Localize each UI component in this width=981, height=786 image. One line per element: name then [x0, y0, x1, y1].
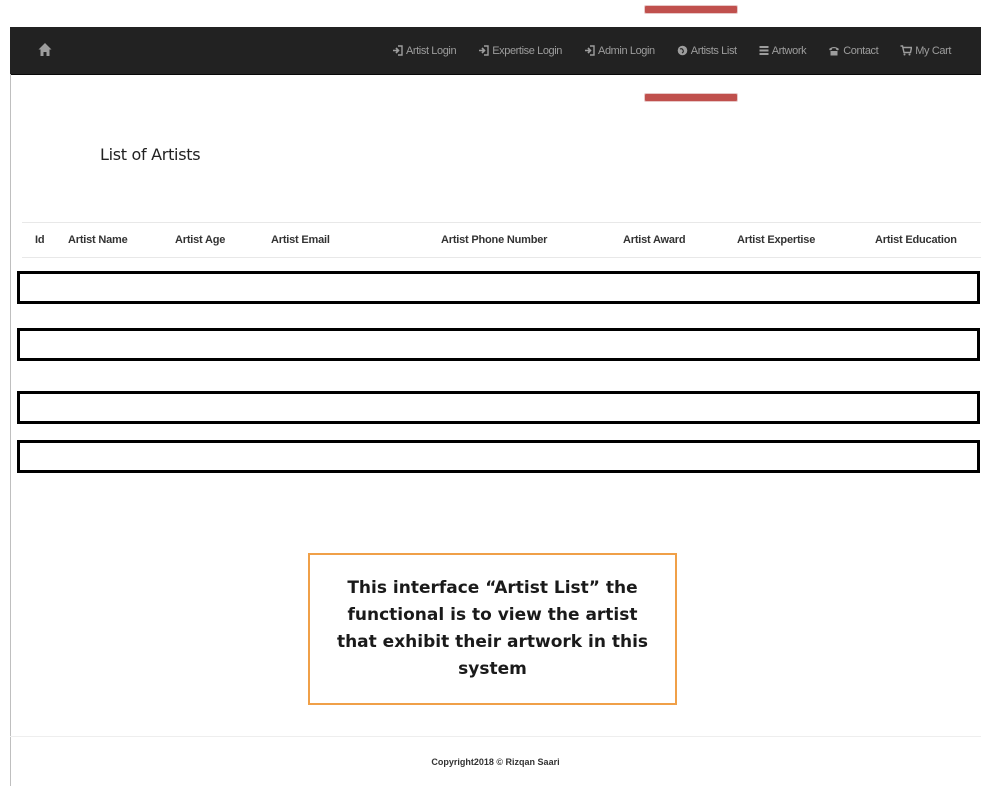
nav-my-cart[interactable]: My Cart	[889, 45, 981, 57]
highlight-marker-top	[645, 6, 737, 13]
column-header-artist-education: Artist Education	[875, 234, 957, 246]
column-header-artist-expertise: Artist Expertise	[737, 234, 816, 246]
table-row	[17, 391, 980, 424]
table-row	[17, 271, 980, 304]
column-header-artist-award: Artist Award	[623, 234, 686, 246]
nav-admin-login-label: Admin Login	[598, 44, 655, 57]
table-row	[17, 328, 980, 361]
nav-artist-login-label: Artist Login	[405, 44, 457, 57]
nav-contact-label: Contact	[843, 44, 879, 57]
column-header-artist-age: Artist Age	[175, 234, 226, 246]
list-icon	[759, 46, 769, 55]
navbar: Artist Login Expertise Login Admin Login	[10, 27, 981, 75]
column-header-id: Id	[35, 234, 45, 246]
nav-my-cart-label: My Cart	[915, 44, 951, 57]
log-in-icon	[479, 45, 489, 56]
page-title: List of Artists	[100, 145, 201, 164]
phone-icon	[829, 47, 840, 56]
home-icon[interactable]	[38, 42, 54, 58]
table-row	[17, 440, 980, 473]
annotation-callout: This interface “Artist List” the functio…	[308, 553, 677, 705]
column-header-artist-phone: Artist Phone Number	[441, 234, 548, 246]
nav-admin-login[interactable]: Admin Login	[573, 45, 666, 57]
log-in-icon	[585, 45, 595, 56]
page-border	[10, 74, 11, 786]
column-header-artist-name: Artist Name	[68, 234, 128, 246]
table-header: Id Artist Name Artist Age Artist Email A…	[22, 222, 981, 258]
nav-artwork[interactable]: Artwork	[748, 45, 817, 57]
page: Artist Login Expertise Login Admin Login	[0, 0, 981, 786]
nav-artists-list[interactable]: Artists List	[666, 45, 748, 57]
log-in-icon	[392, 45, 403, 56]
column-header-artist-email: Artist Email	[271, 234, 330, 246]
nav-artwork-label: Artwork	[771, 44, 807, 57]
footer: Copyright2018 © Rizqan Saari	[10, 736, 981, 786]
nav-expertise-login[interactable]: Expertise Login	[467, 45, 573, 57]
annotation-text: This interface “Artist List” the functio…	[336, 578, 649, 679]
globe-icon	[677, 45, 688, 56]
highlight-marker-bottom	[645, 94, 737, 101]
copyright-text: Copyright2018 © Rizqan Saari	[431, 757, 560, 767]
nav-contact[interactable]: Contact	[817, 45, 889, 57]
nav-artist-login[interactable]: Artist Login	[381, 45, 467, 57]
nav-artists-list-label: Artists List	[690, 44, 737, 57]
cart-icon	[900, 45, 913, 56]
nav-expertise-login-label: Expertise Login	[492, 44, 563, 57]
nav-links: Artist Login Expertise Login Admin Login	[381, 27, 981, 74]
